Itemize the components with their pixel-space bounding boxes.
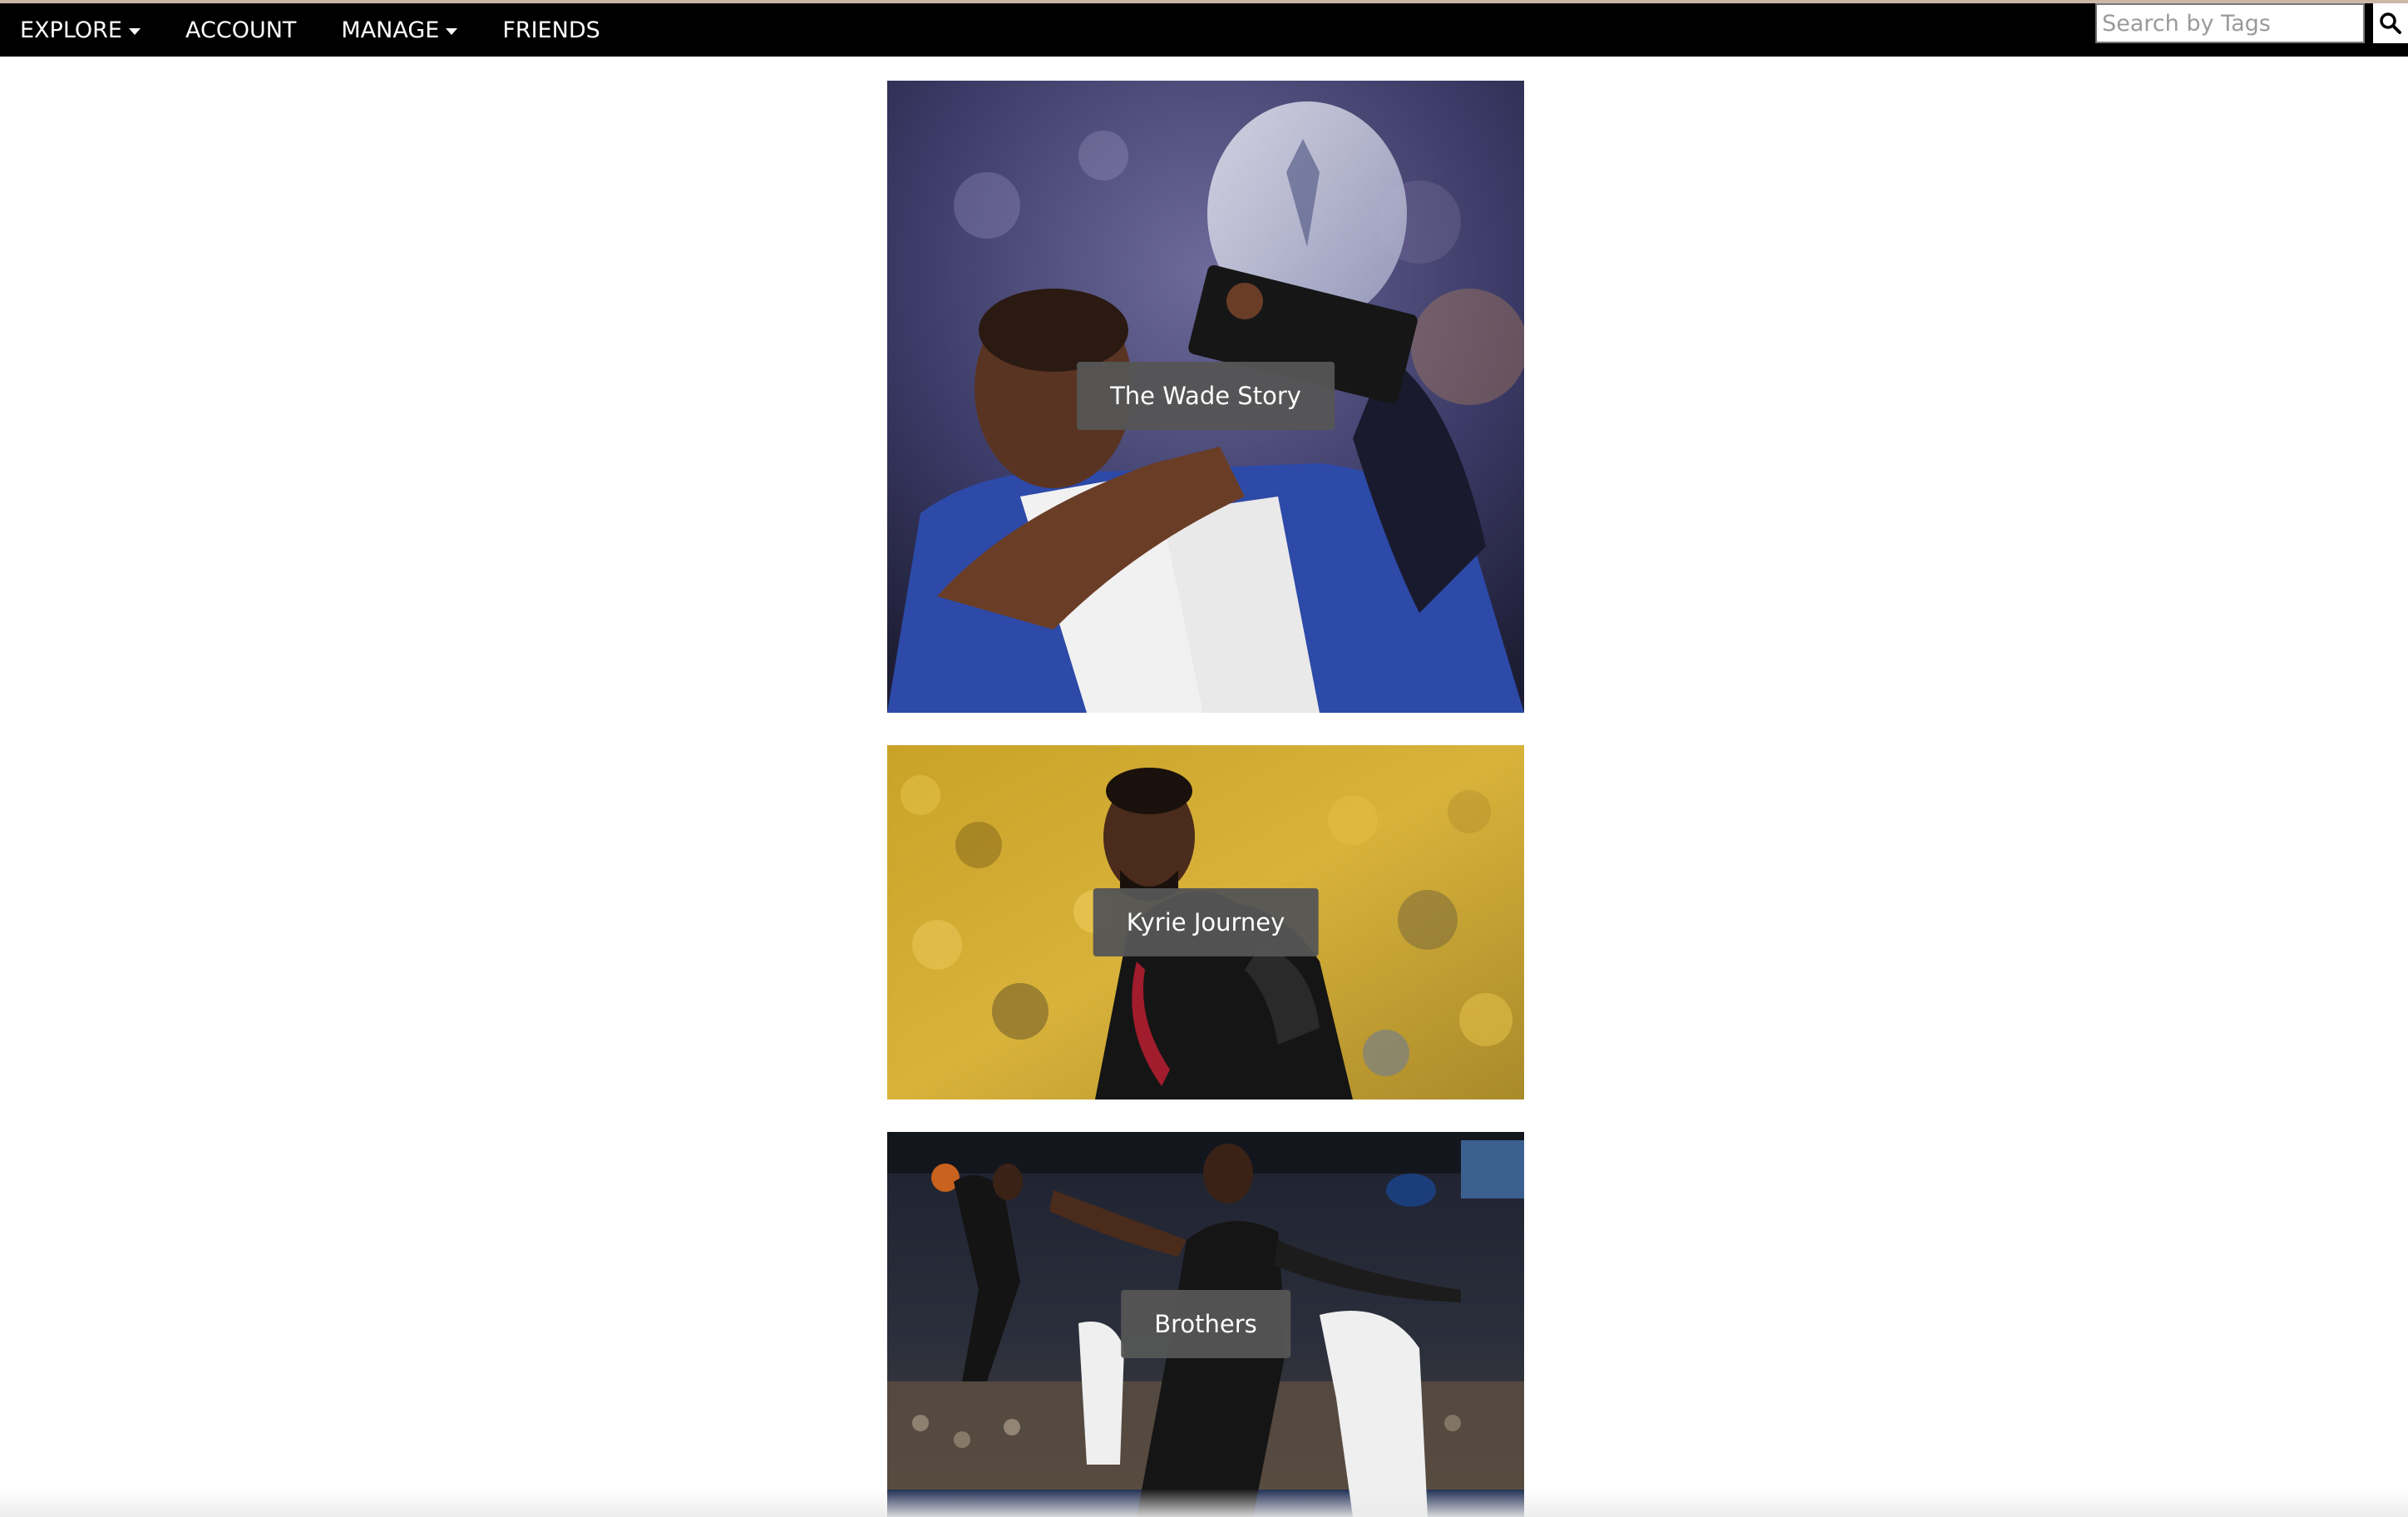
nav-explore[interactable]: EXPLORE [20, 17, 141, 43]
search-input[interactable] [2095, 3, 2365, 43]
story-card[interactable]: Kyrie Journey [887, 745, 1524, 1099]
top-nav-bar: EXPLORE ACCOUNT MANAGE FRIENDS [0, 0, 2408, 57]
story-card[interactable]: Brothers [887, 1132, 1524, 1517]
card-spacer [887, 713, 1524, 745]
main-nav: EXPLORE ACCOUNT MANAGE FRIENDS [20, 3, 645, 57]
caret-down-icon [446, 27, 458, 35]
story-title[interactable]: Kyrie Journey [1093, 888, 1319, 956]
nav-friends[interactable]: FRIENDS [502, 17, 600, 43]
story-title[interactable]: Brothers [1121, 1290, 1290, 1358]
story-title[interactable]: The Wade Story [1077, 362, 1335, 430]
story-feed: The Wade Story Kyrie Journey Brothers [887, 81, 1524, 1517]
nav-manage[interactable]: MANAGE [341, 17, 458, 43]
caret-down-icon [129, 27, 141, 35]
bottom-fade [0, 1489, 2408, 1517]
card-spacer [887, 1099, 1524, 1132]
nav-account[interactable]: ACCOUNT [185, 17, 296, 43]
search-icon [2380, 12, 2401, 34]
search-button[interactable] [2373, 3, 2408, 43]
story-card[interactable]: The Wade Story [887, 81, 1524, 713]
nav-explore-label: EXPLORE [20, 17, 122, 43]
nav-friends-label: FRIENDS [502, 17, 600, 43]
nav-account-label: ACCOUNT [185, 17, 297, 43]
search-bar [2095, 3, 2408, 43]
nav-manage-label: MANAGE [341, 17, 440, 43]
